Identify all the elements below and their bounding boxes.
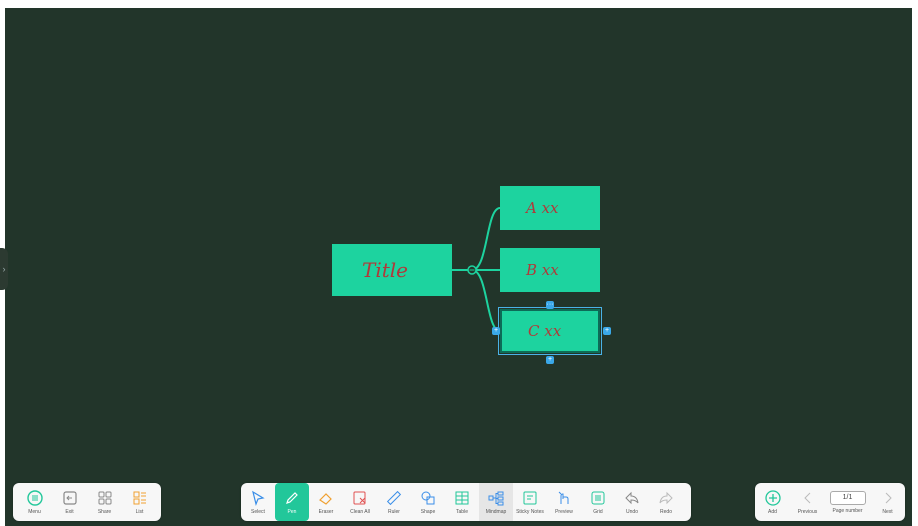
add-label: Add: [768, 508, 777, 515]
preview-tool[interactable]: Preview: [547, 483, 581, 521]
sticky-notes-tool[interactable]: Sticky Notes: [513, 483, 547, 521]
share-button[interactable]: Share: [88, 483, 122, 521]
add-below-handle[interactable]: +: [546, 356, 554, 364]
page-number-value[interactable]: 1/1: [829, 490, 866, 505]
undo-label: Undo: [626, 508, 638, 515]
undo-tool[interactable]: Undo: [615, 483, 649, 521]
pen-label: Pen: [287, 508, 297, 515]
clean-all-icon: [353, 491, 366, 504]
add-page-button[interactable]: Add: [756, 483, 790, 521]
connector-c: [452, 269, 501, 332]
redo-icon: [659, 491, 673, 504]
eraser-label: Eraser: [318, 508, 334, 515]
chevron-right-icon: [885, 492, 892, 503]
sticky-notes-label: Sticky Notes: [516, 508, 544, 515]
previous-page-button[interactable]: Previous: [791, 483, 825, 521]
table-tool[interactable]: Table: [445, 483, 479, 521]
ruler-label: Ruler: [388, 508, 400, 515]
grid-icon: [591, 491, 605, 504]
pen-tool[interactable]: Pen: [275, 483, 309, 521]
clean-all-tool[interactable]: Clean All: [343, 483, 377, 521]
preview-label: Preview: [555, 508, 573, 515]
undo-icon: [625, 491, 639, 504]
page-number-control[interactable]: 1/1 Page number: [826, 483, 870, 521]
grid-label: Grid: [593, 508, 603, 515]
clean-all-label: Clean All: [350, 508, 370, 515]
mindmap-icon: [488, 491, 504, 505]
toolbar-main: Select Pen Eraser Clean All Ruler Shape …: [241, 483, 691, 521]
shape-tool[interactable]: Shape: [411, 483, 445, 521]
select-icon: [252, 490, 265, 506]
list-icon: [133, 491, 146, 504]
eraser-tool[interactable]: Eraser: [309, 483, 343, 521]
mindmap-tool[interactable]: Mindmap: [479, 483, 513, 521]
ruler-icon: [386, 490, 402, 505]
toolbar-right: Add Previous 1/1 Page number Next: [755, 483, 905, 521]
select-tool[interactable]: Select: [241, 483, 275, 521]
exit-button[interactable]: Exit: [53, 483, 87, 521]
table-label: Table: [456, 508, 468, 515]
mindmap-node-a[interactable]: A xx: [500, 186, 600, 230]
ruler-tool[interactable]: Ruler: [377, 483, 411, 521]
toolbar-left: Menu Exit Share List: [13, 483, 161, 521]
next-page-button[interactable]: Next: [871, 483, 905, 521]
exit-icon: [62, 490, 77, 505]
mindmap-node-b[interactable]: B xx: [500, 248, 600, 292]
menu-label: Menu: [28, 508, 41, 515]
list-button[interactable]: List: [123, 483, 157, 521]
pen-icon: [286, 491, 298, 504]
shape-icon: [421, 491, 435, 504]
share-icon: [98, 491, 111, 504]
mindmap-connectors: [452, 207, 501, 332]
table-icon: [455, 491, 469, 504]
sticky-notes-icon: [523, 491, 537, 504]
previous-label: Previous: [797, 508, 818, 515]
mindmap-title-node[interactable]: Title: [332, 244, 452, 296]
add-left-handle[interactable]: +: [492, 327, 500, 335]
mindmap-label: Mindmap: [485, 508, 507, 515]
shape-label: Shape: [420, 508, 436, 515]
menu-button[interactable]: Menu: [18, 483, 52, 521]
eraser-icon: [319, 492, 332, 505]
select-label: Select: [251, 508, 265, 515]
next-label: Next: [882, 508, 893, 515]
connector-a: [452, 207, 501, 271]
grid-tool[interactable]: Grid: [581, 483, 615, 521]
redo-label: Redo: [660, 508, 672, 515]
add-icon: [764, 489, 781, 506]
chevron-left-icon: [803, 492, 810, 503]
share-label: Share: [97, 508, 112, 515]
list-label: List: [135, 508, 144, 515]
preview-icon: [558, 491, 569, 504]
page-number-label: Page number: [832, 507, 863, 514]
menu-icon: [26, 489, 43, 506]
add-right-handle[interactable]: +: [603, 327, 611, 335]
redo-tool[interactable]: Redo: [649, 483, 683, 521]
node-more-handle[interactable]: ···: [546, 301, 554, 309]
exit-label: Exit: [65, 508, 74, 515]
mindmap-node-c[interactable]: C xx: [498, 307, 602, 355]
